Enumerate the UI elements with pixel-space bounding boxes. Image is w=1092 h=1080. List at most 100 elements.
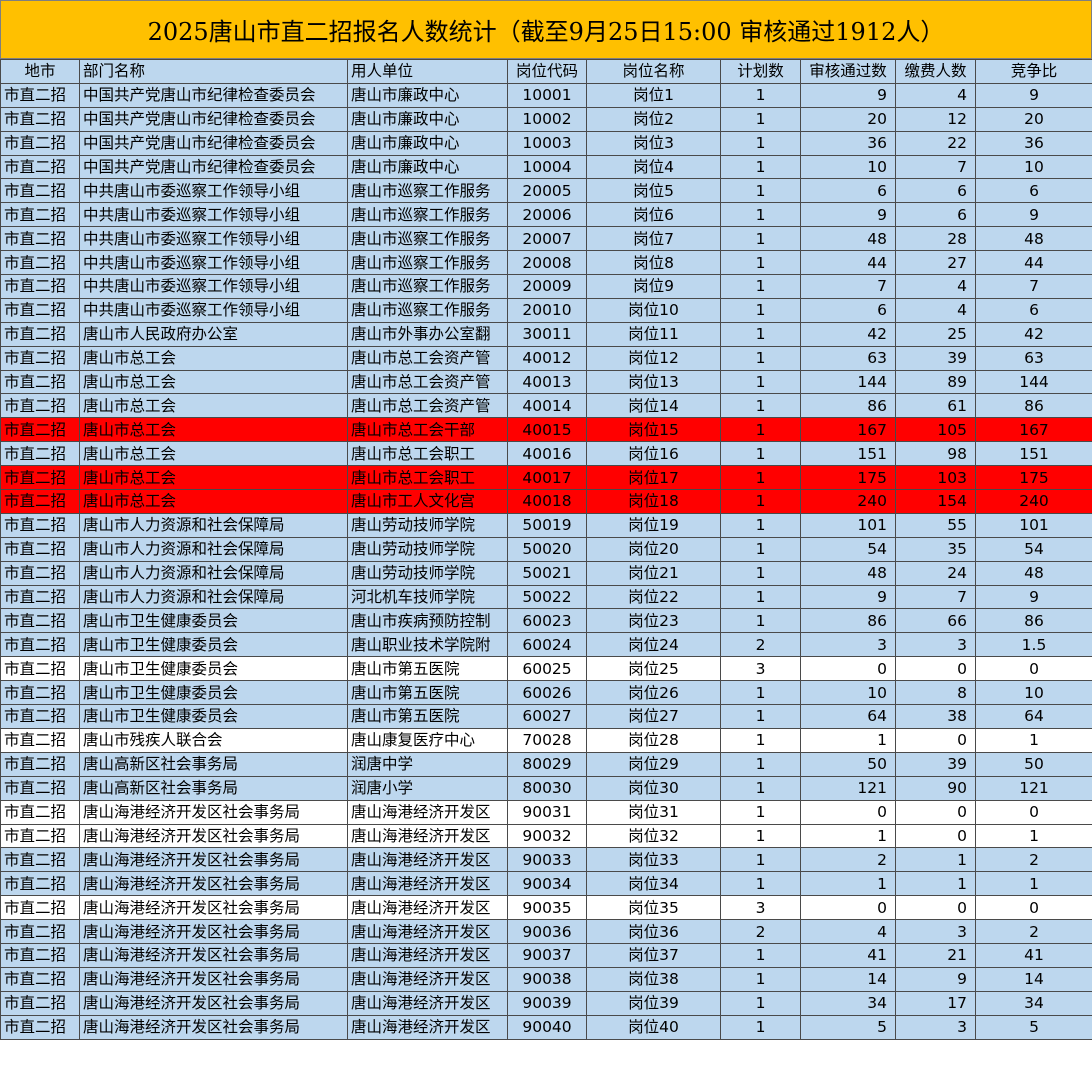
cell-paid[interactable]: 3 [895,1014,976,1040]
cell-ratio[interactable]: 5 [975,1014,1092,1040]
cell-city[interactable]: 市直二招 [0,942,80,968]
cell-passed[interactable]: 151 [800,441,896,467]
cell-passed[interactable]: 240 [800,489,896,514]
cell-paid[interactable]: 7 [895,154,976,180]
cell-code[interactable]: 60027 [507,704,587,729]
cell-paid[interactable]: 1 [895,871,976,897]
cell-ratio[interactable]: 0 [975,895,1092,921]
cell-passed[interactable]: 44 [800,250,896,276]
cell-passed[interactable]: 9 [800,202,896,228]
cell-unit[interactable]: 唐山海港经济开发区 [347,942,508,968]
cell-post[interactable]: 岗位27 [586,704,721,729]
cell-city[interactable]: 市直二招 [0,106,80,132]
cell-plan[interactable]: 1 [720,226,801,252]
cell-city[interactable]: 市直二招 [0,680,80,706]
cell-unit[interactable]: 唐山市巡察工作服务 [347,250,508,276]
cell-ratio[interactable]: 151 [975,441,1092,467]
cell-ratio[interactable]: 6 [975,297,1092,323]
cell-code[interactable]: 10003 [507,130,587,156]
cell-plan[interactable]: 2 [720,919,801,944]
cell-city[interactable]: 市直二招 [0,608,80,634]
cell-plan[interactable]: 1 [720,321,801,347]
cell-code[interactable]: 10001 [507,82,587,108]
cell-dept[interactable]: 唐山海港经济开发区社会事务局 [79,799,348,825]
cell-code[interactable]: 90031 [507,799,587,825]
cell-paid[interactable]: 12 [895,106,976,132]
cell-passed[interactable]: 1 [800,823,896,849]
cell-unit[interactable]: 唐山劳动技师学院 [347,536,508,562]
header-dept[interactable]: 部门名称 [79,59,348,84]
cell-plan[interactable]: 1 [720,82,801,108]
cell-city[interactable]: 市直二招 [0,751,80,777]
cell-unit[interactable]: 唐山市巡察工作服务 [347,202,508,228]
cell-passed[interactable]: 86 [800,393,896,419]
cell-paid[interactable]: 0 [895,727,976,753]
cell-dept[interactable]: 唐山市总工会 [79,465,348,491]
cell-unit[interactable]: 唐山市廉政中心 [347,130,508,156]
cell-unit[interactable]: 唐山职业技术学院附 [347,632,508,658]
cell-plan[interactable]: 1 [720,823,801,849]
cell-passed[interactable]: 64 [800,704,896,729]
cell-unit[interactable]: 唐山海港经济开发区 [347,990,508,1016]
cell-city[interactable]: 市直二招 [0,560,80,586]
cell-ratio[interactable]: 240 [975,489,1092,514]
cell-code[interactable]: 70028 [507,727,587,753]
cell-passed[interactable]: 0 [800,799,896,825]
cell-paid[interactable]: 4 [895,274,976,299]
cell-post[interactable]: 岗位7 [586,226,721,252]
cell-ratio[interactable]: 10 [975,154,1092,180]
cell-plan[interactable]: 1 [720,704,801,729]
cell-code[interactable]: 50022 [507,584,587,610]
cell-passed[interactable]: 34 [800,990,896,1016]
cell-passed[interactable]: 101 [800,512,896,538]
cell-dept[interactable]: 中共唐山市委巡察工作领导小组 [79,226,348,252]
cell-unit[interactable]: 润唐小学 [347,775,508,801]
cell-city[interactable]: 市直二招 [0,345,80,371]
cell-ratio[interactable]: 44 [975,250,1092,276]
cell-city[interactable]: 市直二招 [0,847,80,873]
cell-dept[interactable]: 唐山高新区社会事务局 [79,751,348,777]
cell-post[interactable]: 岗位25 [586,656,721,682]
cell-dept[interactable]: 唐山海港经济开发区社会事务局 [79,942,348,968]
cell-post[interactable]: 岗位3 [586,130,721,156]
cell-ratio[interactable]: 54 [975,536,1092,562]
cell-city[interactable]: 市直二招 [0,489,80,514]
cell-unit[interactable]: 唐山市总工会资产管 [347,345,508,371]
cell-post[interactable]: 岗位16 [586,441,721,467]
cell-ratio[interactable]: 9 [975,584,1092,610]
cell-plan[interactable]: 1 [720,154,801,180]
cell-passed[interactable]: 10 [800,680,896,706]
cell-code[interactable]: 80030 [507,775,587,801]
cell-unit[interactable]: 唐山市第五医院 [347,680,508,706]
cell-dept[interactable]: 唐山市总工会 [79,369,348,395]
cell-passed[interactable]: 9 [800,82,896,108]
cell-city[interactable]: 市直二招 [0,727,80,753]
cell-city[interactable]: 市直二招 [0,775,80,801]
cell-paid[interactable]: 6 [895,202,976,228]
header-paid[interactable]: 缴费人数 [895,59,976,84]
cell-post[interactable]: 岗位8 [586,250,721,276]
cell-code[interactable]: 90033 [507,847,587,873]
cell-paid[interactable]: 24 [895,560,976,586]
cell-plan[interactable]: 1 [720,775,801,801]
cell-paid[interactable]: 1 [895,847,976,873]
cell-plan[interactable]: 1 [720,680,801,706]
cell-unit[interactable]: 唐山市巡察工作服务 [347,178,508,204]
cell-dept[interactable]: 唐山市人力资源和社会保障局 [79,560,348,586]
cell-unit[interactable]: 润唐中学 [347,751,508,777]
cell-unit[interactable]: 唐山康复医疗中心 [347,727,508,753]
cell-post[interactable]: 岗位36 [586,919,721,944]
cell-paid[interactable]: 4 [895,297,976,323]
cell-post[interactable]: 岗位13 [586,369,721,395]
cell-dept[interactable]: 唐山海港经济开发区社会事务局 [79,895,348,921]
cell-paid[interactable]: 6 [895,178,976,204]
cell-ratio[interactable]: 14 [975,966,1092,992]
cell-passed[interactable]: 6 [800,178,896,204]
cell-post[interactable]: 岗位11 [586,321,721,347]
cell-code[interactable]: 50021 [507,560,587,586]
cell-plan[interactable]: 1 [720,536,801,562]
cell-ratio[interactable]: 34 [975,990,1092,1016]
cell-plan[interactable]: 1 [720,178,801,204]
cell-paid[interactable]: 3 [895,632,976,658]
cell-dept[interactable]: 唐山市卫生健康委员会 [79,656,348,682]
